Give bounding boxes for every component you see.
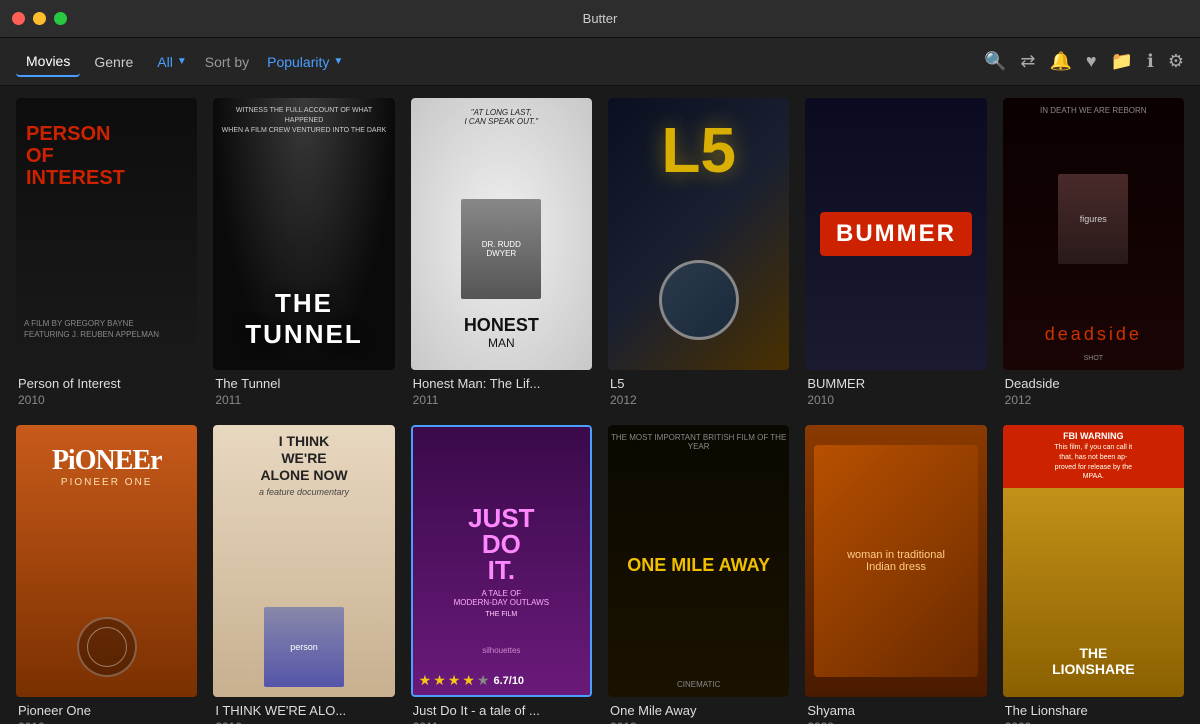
movie-card[interactable]: FBI WARNING This film, if you can call i… (1003, 425, 1184, 724)
toolbar: Movies Genre All ▼ Sort by Popularity ▼ … (0, 38, 1200, 86)
movie-card[interactable]: IN DEATH WE ARE REBORN figures deadside … (1003, 98, 1184, 409)
movie-card[interactable]: BUMMER BUMMER 2010 (805, 98, 986, 409)
notification-icon[interactable]: 🔔 (1049, 51, 1071, 72)
movie-grid: PERSONOFINTEREST A FILM BY GREGORY BAYNE… (16, 98, 1184, 724)
movie-title: Shyama (807, 703, 984, 718)
movie-poster: PiONEEr PIONEER ONE (16, 425, 197, 697)
app-title: Butter (583, 11, 618, 26)
popularity-dropdown-arrow: ▼ (333, 56, 343, 67)
movie-poster: JUSTDOIT. A TALE OFMODERN-DAY OUTLAWS TH… (411, 425, 592, 697)
movie-year: 2011 (413, 720, 590, 724)
movie-info: Shyama 2009 (805, 697, 986, 724)
folder-icon[interactable]: 📁 (1111, 51, 1133, 72)
nav-popularity[interactable]: Popularity ▼ (257, 48, 353, 76)
minimize-button[interactable] (33, 12, 46, 25)
close-button[interactable] (12, 12, 25, 25)
movie-title: Honest Man: The Lif... (413, 376, 590, 391)
movie-info: I THINK WE'RE ALO... 2010 (213, 697, 394, 724)
star-rating: ★ ★ ★ ★ ★ (419, 672, 490, 689)
movie-info: BUMMER 2010 (805, 370, 986, 409)
movie-info: L5 2012 (608, 370, 789, 409)
movie-title: Deadside (1005, 376, 1182, 391)
movie-title: The Lionshare (1005, 703, 1182, 718)
movie-year: 2009 (807, 720, 984, 724)
toolbar-left: Movies Genre All ▼ Sort by Popularity ▼ (16, 47, 980, 77)
movie-card[interactable]: WITNESS THE FULL ACCOUNT OF WHAT HAPPENE… (213, 98, 394, 409)
sortby-label: Sort by (201, 48, 253, 76)
movie-card[interactable]: woman in traditionalIndian dress Shyama … (805, 425, 986, 724)
movie-poster: FBI WARNING This film, if you can call i… (1003, 425, 1184, 697)
movie-poster: "AT LONG LAST,I CAN SPEAK OUT." DR. RUDD… (411, 98, 592, 370)
movie-info: Honest Man: The Lif... 2011 (411, 370, 592, 409)
movie-card[interactable]: THE MOST IMPORTANT BRITISH FILM OF THE Y… (608, 425, 789, 724)
movie-poster: woman in traditionalIndian dress (805, 425, 986, 697)
movie-info: Pioneer One 2010 (16, 697, 197, 724)
movie-card[interactable]: "AT LONG LAST,I CAN SPEAK OUT." DR. RUDD… (411, 98, 592, 409)
main-content: PERSONOFINTEREST A FILM BY GREGORY BAYNE… (0, 86, 1200, 724)
nav-all[interactable]: All ▼ (147, 48, 196, 76)
movie-poster: THE MOST IMPORTANT BRITISH FILM OF THE Y… (608, 425, 789, 697)
titlebar: Butter (0, 0, 1200, 38)
movie-info: Deadside 2012 (1003, 370, 1184, 409)
movie-title: Person of Interest (18, 376, 195, 391)
movie-poster: L5 (608, 98, 789, 370)
movie-year: 2010 (215, 720, 392, 724)
movie-title: I THINK WE'RE ALO... (215, 703, 392, 718)
movie-poster: IN DEATH WE ARE REBORN figures deadside … (1003, 98, 1184, 370)
movie-year: 2012 (1005, 393, 1182, 407)
movie-title: Pioneer One (18, 703, 195, 718)
movie-title: Just Do It - a tale of ... (413, 703, 590, 718)
all-dropdown-arrow: ▼ (177, 56, 187, 67)
movie-year: 2010 (18, 720, 195, 724)
movie-year: 2012 (610, 720, 787, 724)
movie-title: One Mile Away (610, 703, 787, 718)
movie-card[interactable]: JUSTDOIT. A TALE OFMODERN-DAY OUTLAWS TH… (411, 425, 592, 724)
movie-year: 2010 (18, 393, 195, 407)
nav-movies[interactable]: Movies (16, 47, 80, 77)
poster-text: PERSONOFINTEREST (26, 123, 125, 189)
info-icon[interactable]: ℹ (1147, 51, 1154, 72)
traffic-lights (12, 12, 67, 25)
search-icon[interactable]: 🔍 (984, 51, 1006, 72)
movie-card[interactable]: L5 L5 2012 (608, 98, 789, 409)
movie-card[interactable]: PiONEEr PIONEER ONE Pioneer One 2010 (16, 425, 197, 724)
movie-poster: I THINKWE'REALONE NOW a feature document… (213, 425, 394, 697)
movie-poster: WITNESS THE FULL ACCOUNT OF WHAT HAPPENE… (213, 98, 394, 370)
movie-poster: BUMMER (805, 98, 986, 370)
movie-year: 2009 (1005, 720, 1182, 724)
movie-title: L5 (610, 376, 787, 391)
movie-info: Person of Interest 2010 (16, 370, 197, 409)
movie-info: One Mile Away 2012 (608, 697, 789, 724)
toolbar-right: 🔍 ⇄ 🔔 ♥ 📁 ℹ ⚙ (984, 51, 1184, 72)
maximize-button[interactable] (54, 12, 67, 25)
movie-year: 2011 (413, 393, 590, 407)
heart-icon[interactable]: ♥ (1086, 51, 1097, 72)
movie-card[interactable]: I THINKWE'REALONE NOW a feature document… (213, 425, 394, 724)
movie-year: 2012 (610, 393, 787, 407)
nav-genre[interactable]: Genre (84, 48, 143, 76)
movie-card[interactable]: PERSONOFINTEREST A FILM BY GREGORY BAYNE… (16, 98, 197, 409)
movie-info: The Lionshare 2009 (1003, 697, 1184, 724)
movie-info: Just Do It - a tale of ... 2011 (411, 697, 592, 724)
movie-title: BUMMER (807, 376, 984, 391)
movie-year: 2011 (215, 393, 392, 407)
shuffle-icon[interactable]: ⇄ (1020, 51, 1035, 72)
rating-score: 6.7/10 (493, 675, 524, 687)
movie-info: The Tunnel 2011 (213, 370, 394, 409)
movie-year: 2010 (807, 393, 984, 407)
settings-icon[interactable]: ⚙ (1168, 51, 1184, 72)
movie-title: The Tunnel (215, 376, 392, 391)
movie-poster: PERSONOFINTEREST A FILM BY GREGORY BAYNE… (16, 98, 197, 370)
